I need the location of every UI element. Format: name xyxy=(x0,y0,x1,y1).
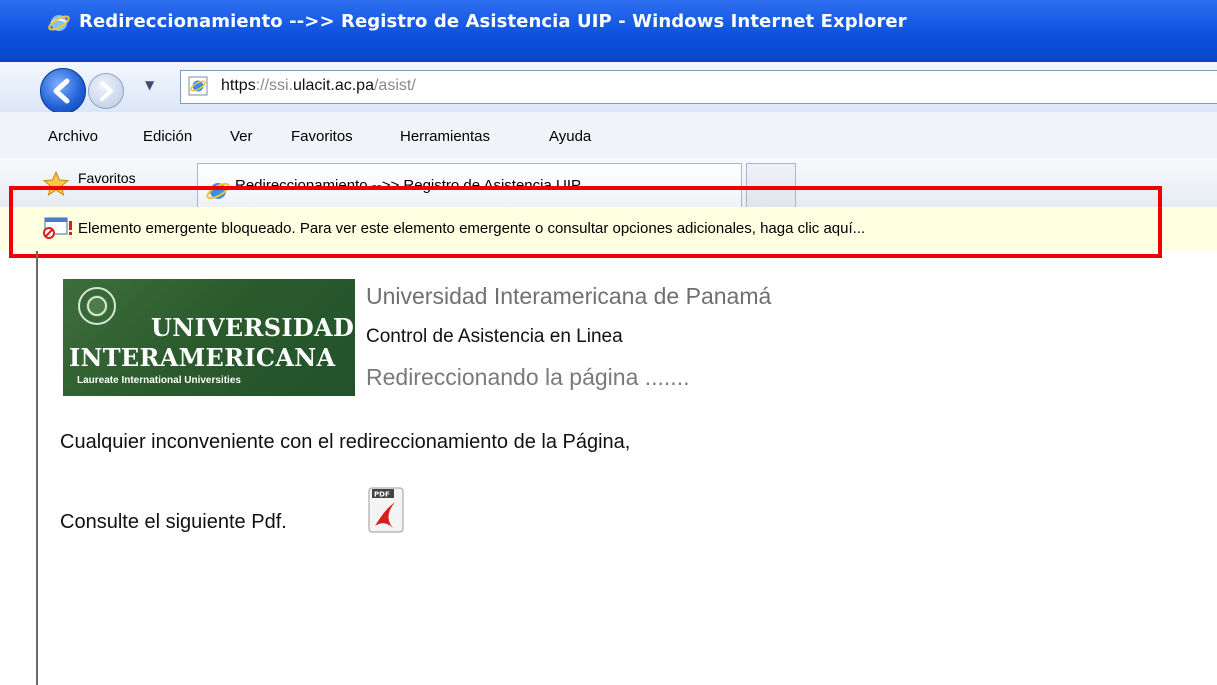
menu-edicion[interactable]: Edición xyxy=(143,128,192,145)
logo-line-3: Laureate International Universities xyxy=(77,375,241,386)
menu-favoritos[interactable]: Favoritos xyxy=(291,128,353,145)
address-bar[interactable]: https://ssi.ulacit.ac.pa/asist/ xyxy=(180,70,1217,104)
content-left-border xyxy=(36,251,38,685)
seal-inner-ring xyxy=(87,296,107,316)
window-title: Redireccionamiento -->> Registro de Asis… xyxy=(79,11,907,32)
menu-ver[interactable]: Ver xyxy=(230,128,253,145)
university-seal-icon xyxy=(78,287,116,325)
page-ie-icon xyxy=(188,76,208,96)
pdf-document-icon[interactable]: PDF xyxy=(365,486,407,534)
svg-text:PDF: PDF xyxy=(374,491,390,499)
recent-pages-dropdown-icon[interactable]: ▼ xyxy=(145,78,154,92)
favorites-button[interactable]: Favoritos xyxy=(78,170,136,186)
window-title-bar: Redireccionamiento -->> Registro de Asis… xyxy=(0,0,1217,62)
red-highlight-annotation xyxy=(9,186,1162,258)
university-name: Universidad Interamericana de Panamá xyxy=(366,283,772,309)
forward-button[interactable] xyxy=(88,73,124,109)
url-scheme-sep: :// xyxy=(255,77,270,94)
url-host-prefix: ssi. xyxy=(269,77,294,94)
url-scheme-https: https xyxy=(221,77,256,94)
back-button[interactable] xyxy=(40,68,86,114)
logo-line-1: UNIVERSIDAD xyxy=(151,313,355,342)
forward-arrow-icon xyxy=(100,81,113,101)
consult-pdf-text: Consulte el siguiente Pdf. xyxy=(60,511,287,533)
menu-ayuda[interactable]: Ayuda xyxy=(549,128,591,145)
logo-line-2: INTERAMERICANA xyxy=(69,343,336,372)
menu-archivo[interactable]: Archivo xyxy=(48,128,98,145)
menu-herramientas[interactable]: Herramientas xyxy=(400,128,490,145)
page-subtitle: Control de Asistencia en Linea xyxy=(366,326,623,347)
issue-message: Cualquier inconveniente con el redirecci… xyxy=(60,431,631,453)
url-path: /asist/ xyxy=(373,77,416,94)
back-arrow-icon xyxy=(53,78,70,104)
redirect-status-text: Redireccionando la página ....... xyxy=(366,364,690,390)
url-text[interactable]: https://ssi.ulacit.ac.pa/asist/ xyxy=(221,77,416,95)
university-logo: UNIVERSIDAD INTERAMERICANA Laureate Inte… xyxy=(63,279,355,396)
internet-explorer-icon xyxy=(48,15,70,31)
url-host: ulacit.ac.pa xyxy=(293,77,374,94)
